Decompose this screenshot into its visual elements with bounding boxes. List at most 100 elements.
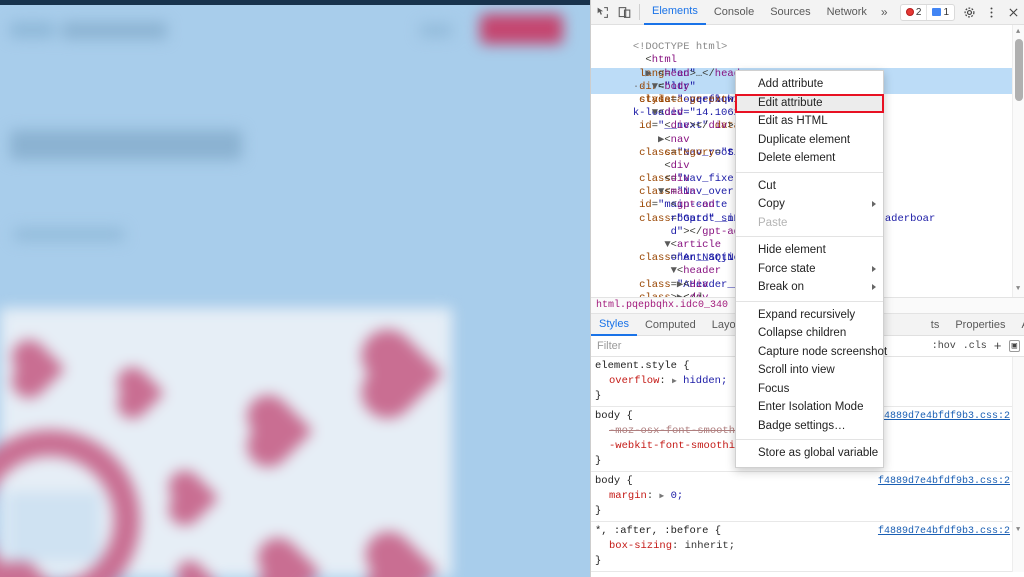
menu-item-label: Edit as HTML xyxy=(758,115,828,128)
menu-item-label: Collapse children xyxy=(758,327,847,340)
tab-console[interactable]: Console xyxy=(706,0,762,25)
tab-sources[interactable]: Sources xyxy=(762,0,818,25)
css-rule[interactable]: body { f4889d7e4bfdf9b3.css:2 margin: ▶ … xyxy=(591,472,1024,522)
menu-item-badge-settings[interactable]: Badge settings… xyxy=(736,417,883,436)
tab-styles[interactable]: Styles xyxy=(591,314,637,336)
menu-item-scroll-into-view[interactable]: Scroll into view xyxy=(736,361,883,380)
image-inset-panel xyxy=(8,492,100,562)
css-rule[interactable]: *, :after, :before { f4889d7e4bfdf9b3.cs… xyxy=(591,522,1024,572)
menu-item-label: Enter Isolation Mode xyxy=(758,401,864,414)
css-source-link[interactable]: f4889d7e4bfdf9b3.css:2 xyxy=(878,409,1010,424)
menu-item-label: Store as global variable xyxy=(758,447,879,460)
inspect-element-icon[interactable] xyxy=(591,0,613,25)
css-value: inherit; xyxy=(684,540,736,552)
submenu-arrow-icon xyxy=(872,265,876,272)
submenu-arrow-icon xyxy=(872,284,876,291)
menu-item-label: Force state xyxy=(758,262,816,275)
menu-item-force-state[interactable]: Force state xyxy=(736,260,883,279)
gear-icon[interactable] xyxy=(958,0,980,25)
menu-item-copy[interactable]: Copy xyxy=(736,195,883,214)
menu-item-paste: Paste xyxy=(736,214,883,233)
menu-item-add-attribute[interactable]: Add attribute xyxy=(736,75,883,94)
menu-item-collapse-children[interactable]: Collapse children xyxy=(736,324,883,343)
nav-secondary-link xyxy=(420,24,452,37)
menu-separator xyxy=(736,236,883,237)
menu-item-label: Add attribute xyxy=(758,78,824,91)
menu-item-store-as-global-variable[interactable]: Store as global variable xyxy=(736,444,883,463)
menu-item-label: Break on xyxy=(758,281,805,294)
site-logo xyxy=(10,22,55,38)
scroll-down-arrow[interactable]: ▼ xyxy=(1016,283,1020,296)
css-property: box-sizing xyxy=(609,540,673,552)
css-value: 0; xyxy=(670,490,684,502)
menu-item-label: Scroll into view xyxy=(758,364,835,377)
menu-separator xyxy=(736,300,883,302)
page-headline xyxy=(10,130,242,160)
message-icon xyxy=(932,8,942,16)
error-count: 2 xyxy=(915,6,922,18)
computed-sidebar-toggle[interactable]: ▣ xyxy=(1008,340,1020,352)
menu-item-duplicate-element[interactable]: Duplicate element xyxy=(736,131,883,150)
menu-separator xyxy=(736,171,883,173)
more-options-icon[interactable] xyxy=(980,0,1002,25)
css-property: -webkit-font-smoothing xyxy=(609,440,748,452)
menu-item-hide-element[interactable]: Hide element xyxy=(736,241,883,260)
menu-item-label: Cut xyxy=(758,179,776,192)
menu-item-break-on[interactable]: Break on xyxy=(736,278,883,297)
device-toolbar-icon[interactable] xyxy=(613,0,635,25)
tab-computed[interactable]: Computed xyxy=(637,314,704,336)
message-count: 1 xyxy=(943,6,949,18)
web-page-viewport[interactable] xyxy=(0,0,590,577)
page-subtext xyxy=(14,228,124,241)
menu-item-expand-recursively[interactable]: Expand recursively xyxy=(736,306,883,325)
css-declaration[interactable]: margin: ▶ 0; xyxy=(595,489,1024,504)
css-value: hidden; xyxy=(683,375,728,387)
message-badge[interactable]: 1 xyxy=(926,4,954,20)
menu-item-capture-node-screenshot[interactable]: Capture node screenshot xyxy=(736,343,887,362)
menu-item-enter-isolation-mode[interactable]: Enter Isolation Mode xyxy=(736,398,883,417)
cls-button[interactable]: .cls xyxy=(963,341,987,352)
blurred-page-content xyxy=(0,0,590,577)
more-tabs-button[interactable]: » xyxy=(875,5,894,19)
css-source-link[interactable]: f4889d7e4bfdf9b3.css:2 xyxy=(878,474,1010,489)
tab-event-listeners[interactable]: ts xyxy=(923,314,948,336)
tab-properties[interactable]: Properties xyxy=(947,314,1013,336)
menu-item-label: Edit attribute xyxy=(758,96,823,109)
hov-button[interactable]: :hov xyxy=(932,341,956,352)
menu-item-focus[interactable]: Focus xyxy=(736,380,883,399)
dom-node[interactable]: <!DOCTYPE html> xyxy=(591,28,1024,53)
filter-input[interactable]: Filter xyxy=(597,340,621,352)
menu-item-cut[interactable]: Cut xyxy=(736,177,883,196)
issue-badges: 2 1 xyxy=(899,3,955,21)
tab-elements[interactable]: Elements xyxy=(644,0,706,25)
css-brace: } xyxy=(595,555,602,567)
dom-context-menu[interactable]: Add attribute Edit attribute Edit as HTML D… xyxy=(735,70,887,468)
scroll-down-arrow[interactable]: ▼ xyxy=(1016,523,1020,538)
tab-network[interactable]: Network xyxy=(819,0,875,25)
toolbar-divider xyxy=(639,4,640,20)
dom-tree-scrollbar[interactable]: ▲ ▼ xyxy=(1012,25,1024,297)
error-badge[interactable]: 2 xyxy=(901,5,927,20)
menu-item-label: Duplicate element xyxy=(758,133,851,146)
menu-item-label: Capture node screenshot xyxy=(758,345,888,358)
tab-accessibility[interactable]: Accessibility xyxy=(1013,314,1024,336)
menu-item-delete-element[interactable]: Delete element xyxy=(736,149,883,168)
css-pane-scrollbar[interactable]: ▼ xyxy=(1012,357,1024,572)
menu-item-label: Focus xyxy=(758,382,790,395)
css-declaration[interactable]: box-sizing: inherit; xyxy=(595,539,1024,554)
menu-item-edit-attribute[interactable]: Edit attribute xyxy=(736,93,883,112)
menu-item-label: Badge settings… xyxy=(758,419,846,432)
scrollbar-thumb[interactable] xyxy=(1015,39,1023,101)
error-icon xyxy=(905,8,914,16)
new-style-rule-button[interactable]: + xyxy=(994,339,1002,354)
close-icon[interactable] xyxy=(1002,0,1024,25)
scroll-up-arrow[interactable]: ▲ xyxy=(1016,26,1020,39)
breadcrumb-item-html[interactable]: html.pqepbqhx.idc0_340 xyxy=(596,300,728,311)
cta-button[interactable] xyxy=(480,14,563,44)
browser-chrome-edge xyxy=(0,0,590,5)
menu-item-edit-as-html[interactable]: Edit as HTML xyxy=(736,112,883,131)
nav-links xyxy=(62,22,167,39)
menu-item-label: Expand recursively xyxy=(758,308,856,321)
devtools-toolbar: Elements Console Sources Network » 2 1 xyxy=(591,0,1024,25)
css-source-link[interactable]: f4889d7e4bfdf9b3.css:2 xyxy=(878,524,1010,539)
